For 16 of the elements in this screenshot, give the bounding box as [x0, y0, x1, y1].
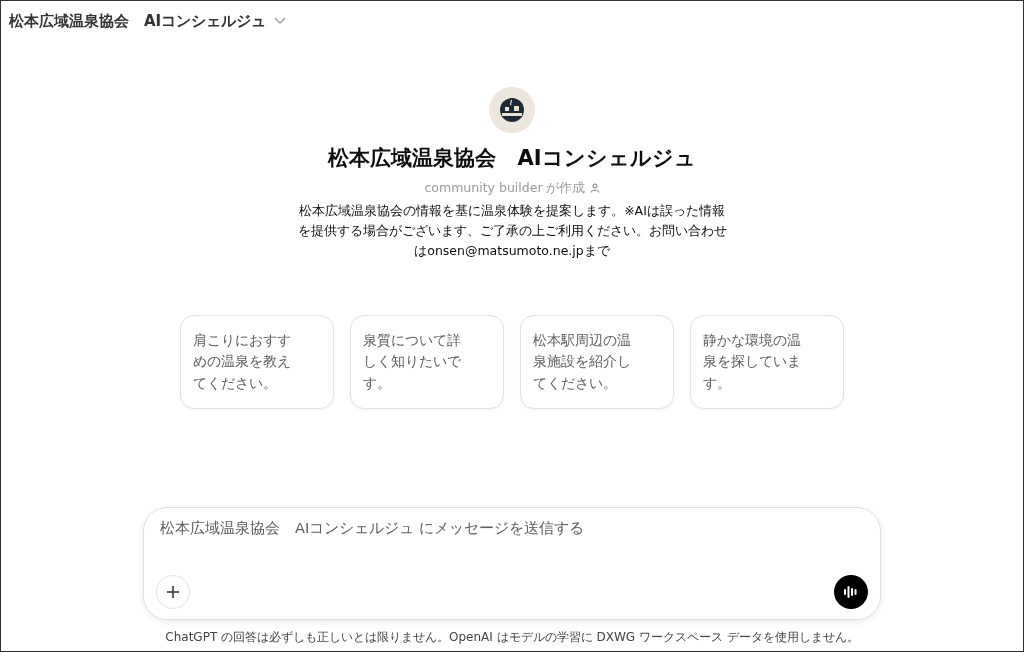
add-button[interactable] — [156, 575, 190, 610]
suggestion-card[interactable]: 泉質について詳しく知りたいです。 — [350, 315, 504, 410]
suggestion-card[interactable]: 肩こりにおすすめの温泉を教えてください。 — [180, 315, 334, 410]
suggestion-card[interactable]: 松本駅周辺の温泉施設を紹介してください。 — [520, 315, 674, 410]
disclaimer-text: ChatGPT の回答は必ずしも正しいとは限りません。OpenAI はモデルの学習に DXWG ワークスペース データを使用しません。 — [165, 630, 859, 645]
suggestion-card[interactable]: 静かな環境の温泉を探しています。 — [690, 315, 844, 410]
plus-icon — [166, 585, 180, 600]
gpt-description: 松本広域温泉協会の情報を基に温泉体験を提案します。※AIは誤った情報を提供する場合がございます、ご了承の上ご利用ください。お問い合わせはonsen@matsumoto.ne.jpまで — [297, 202, 727, 261]
onsen-logo-icon — [499, 97, 525, 123]
voice-button[interactable] — [834, 575, 868, 610]
chevron-down-icon — [274, 17, 287, 25]
gpt-name: 松本広域温泉協会 AIコンシェルジュ — [328, 145, 696, 172]
author-text: community builder が作成 — [424, 178, 586, 197]
person-icon — [589, 182, 600, 193]
gpt-title-dropdown[interactable]: 松本広域温泉協会 AIコンシェルジュ — [9, 9, 267, 33]
voice-waveform-icon — [843, 585, 859, 600]
